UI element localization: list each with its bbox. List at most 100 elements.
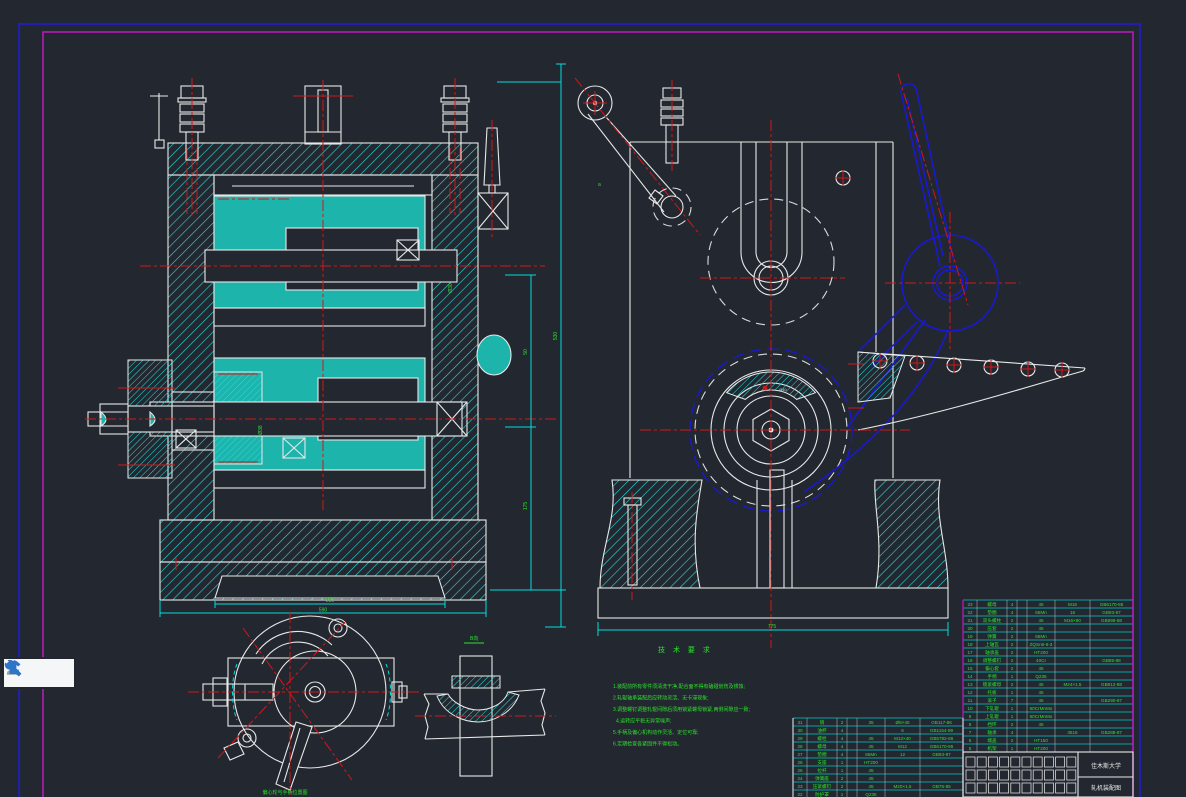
svg-text:HT150: HT150 xyxy=(1034,738,1048,743)
svg-text:偏心套: 偏心套 xyxy=(985,665,999,672)
svg-text:GB812-88: GB812-88 xyxy=(1101,682,1122,687)
svg-text:20: 20 xyxy=(967,626,973,631)
svg-text:45: 45 xyxy=(868,768,874,773)
svg-text:Ø8×40: Ø8×40 xyxy=(896,720,910,725)
title-block: 佳木斯大学 轧机装配图 xyxy=(963,752,1133,797)
svg-text:2: 2 xyxy=(1011,666,1014,671)
svg-text:4: 4 xyxy=(1011,610,1014,615)
svg-text:1: 1 xyxy=(841,768,844,773)
svg-text:1: 1 xyxy=(841,760,844,765)
svg-text:垫圈: 垫圈 xyxy=(817,751,827,758)
svg-text:7: 7 xyxy=(1011,698,1014,703)
svg-text:7: 7 xyxy=(969,730,972,735)
svg-text:防护罩: 防护罩 xyxy=(815,791,829,797)
svg-text:GB898-88: GB898-88 xyxy=(1101,618,1122,623)
svg-text:螺栓: 螺栓 xyxy=(817,735,827,742)
dim-height-total: 530 xyxy=(553,332,559,341)
svg-text:锁紧螺母: 锁紧螺母 xyxy=(983,681,1002,688)
svg-text:12: 12 xyxy=(900,752,906,757)
svg-text:30: 30 xyxy=(797,728,803,733)
svg-text:拉杆: 拉杆 xyxy=(817,767,827,774)
svg-text:45: 45 xyxy=(868,776,874,781)
pad-detail-view: B向 xyxy=(415,635,556,776)
svg-text:60CrMnMo: 60CrMnMo xyxy=(1030,706,1053,711)
svg-text:29: 29 xyxy=(797,736,803,741)
svg-text:16: 16 xyxy=(967,658,973,663)
svg-text:60CrMnMo: 60CrMnMo xyxy=(1030,714,1053,719)
svg-text:6: 6 xyxy=(901,728,904,733)
side-elevation-view: Ø40 xyxy=(575,74,1085,648)
svg-text:GB288-87: GB288-87 xyxy=(1101,730,1122,735)
svg-text:18: 18 xyxy=(967,642,973,647)
svg-text:轴承: 轴承 xyxy=(987,729,997,736)
handle-lever xyxy=(477,120,511,375)
svg-text:3516: 3516 xyxy=(1067,730,1078,735)
dim-right-base: 775 xyxy=(768,624,777,630)
svg-text:Q235: Q235 xyxy=(1035,674,1047,679)
pad-detail-label: B向 xyxy=(470,635,478,642)
svg-text:1: 1 xyxy=(1011,714,1014,719)
svg-text:GB5782-86: GB5782-86 xyxy=(930,736,954,741)
svg-text:2: 2 xyxy=(1011,618,1014,623)
svg-text:M16×90: M16×90 xyxy=(1064,618,1081,623)
drawing-title: 轧机装配图 xyxy=(1091,784,1121,792)
svg-text:GB1154-89: GB1154-89 xyxy=(930,728,954,733)
note-line: 6.定期检查各紧固件不得松动。 xyxy=(613,741,682,748)
svg-text:上轴瓦: 上轴瓦 xyxy=(985,641,999,648)
svg-text:M20×1.5: M20×1.5 xyxy=(893,784,911,789)
svg-text:4: 4 xyxy=(1011,602,1014,607)
svg-text:15: 15 xyxy=(967,666,973,671)
eccentric-detail-label: 偏心轮与手柄位置图 xyxy=(262,789,307,796)
svg-text:40Cr: 40Cr xyxy=(1036,658,1046,663)
note-line: 5.手柄及偏心机构动作灵活、定位可靠; xyxy=(613,729,699,736)
svg-text:65Mn: 65Mn xyxy=(865,752,877,757)
svg-text:22: 22 xyxy=(797,792,803,797)
svg-text:HT200: HT200 xyxy=(1034,746,1048,751)
svg-text:4: 4 xyxy=(841,736,844,741)
bom-main-table: 23螺母445M16GB6170-8622垫圈465Mn16GB93-8721双… xyxy=(963,600,1133,752)
svg-text:5: 5 xyxy=(969,746,972,751)
svg-text:2: 2 xyxy=(1011,634,1014,639)
view-marker: a xyxy=(598,182,601,188)
svg-text:12: 12 xyxy=(967,690,973,695)
cad-canvas[interactable]: 280 590 50 175 530 Ø38 Ø30 xyxy=(0,0,1186,797)
svg-text:2: 2 xyxy=(1011,650,1014,655)
svg-text:滚子: 滚子 xyxy=(987,697,997,704)
svg-text:Q235: Q235 xyxy=(865,792,877,797)
svg-text:机架: 机架 xyxy=(987,745,997,752)
svg-text:45: 45 xyxy=(1038,602,1044,607)
svg-text:1: 1 xyxy=(841,792,844,797)
svg-text:GB75-85: GB75-85 xyxy=(932,784,951,789)
svg-text:2: 2 xyxy=(1011,626,1014,631)
svg-text:托板: 托板 xyxy=(987,689,997,696)
svg-text:双头螺柱: 双头螺柱 xyxy=(983,617,1002,624)
wrench-icon[interactable] xyxy=(50,663,70,683)
eccentric-detail-view: 偏心轮与手柄位置图 xyxy=(188,612,420,796)
svg-text:24: 24 xyxy=(797,776,803,781)
svg-text:16: 16 xyxy=(1070,610,1076,615)
svg-text:压紧螺钉: 压紧螺钉 xyxy=(813,783,832,790)
svg-text:8: 8 xyxy=(969,722,972,727)
svg-text:35: 35 xyxy=(868,720,874,725)
svg-text:螺母: 螺母 xyxy=(817,743,827,750)
svg-text:上轧辊: 上轧辊 xyxy=(985,713,999,720)
svg-text:27: 27 xyxy=(797,752,803,757)
svg-text:1: 1 xyxy=(1011,690,1014,695)
svg-text:23: 23 xyxy=(797,784,803,789)
svg-text:GB93-87: GB93-87 xyxy=(932,752,951,757)
bom-sub-table: 31销235Ø8×40GB117-8630油杯46GB1154-8929螺栓44… xyxy=(793,718,963,797)
svg-text:11: 11 xyxy=(968,698,973,703)
svg-text:45: 45 xyxy=(1038,618,1044,623)
front-section-view: 280 590 50 175 530 Ø38 Ø30 xyxy=(85,64,566,627)
tech-notes: 技 术 要 求 1.装配前所有零件须清洗干净,配合面不得有磕碰划伤及锈蚀; 2.… xyxy=(613,645,750,748)
svg-text:2: 2 xyxy=(841,784,844,789)
hub-diameter-label: Ø40 xyxy=(779,387,787,392)
svg-text:下轧辊: 下轧辊 xyxy=(985,705,999,712)
svg-text:2: 2 xyxy=(1011,642,1014,647)
svg-text:HT200: HT200 xyxy=(1034,650,1048,655)
svg-text:65Mn: 65Mn xyxy=(1035,634,1047,639)
svg-text:45: 45 xyxy=(1038,698,1044,703)
tshirt-icon[interactable] xyxy=(29,663,49,683)
svg-text:M12×40: M12×40 xyxy=(894,736,911,741)
svg-text:2: 2 xyxy=(1011,682,1014,687)
